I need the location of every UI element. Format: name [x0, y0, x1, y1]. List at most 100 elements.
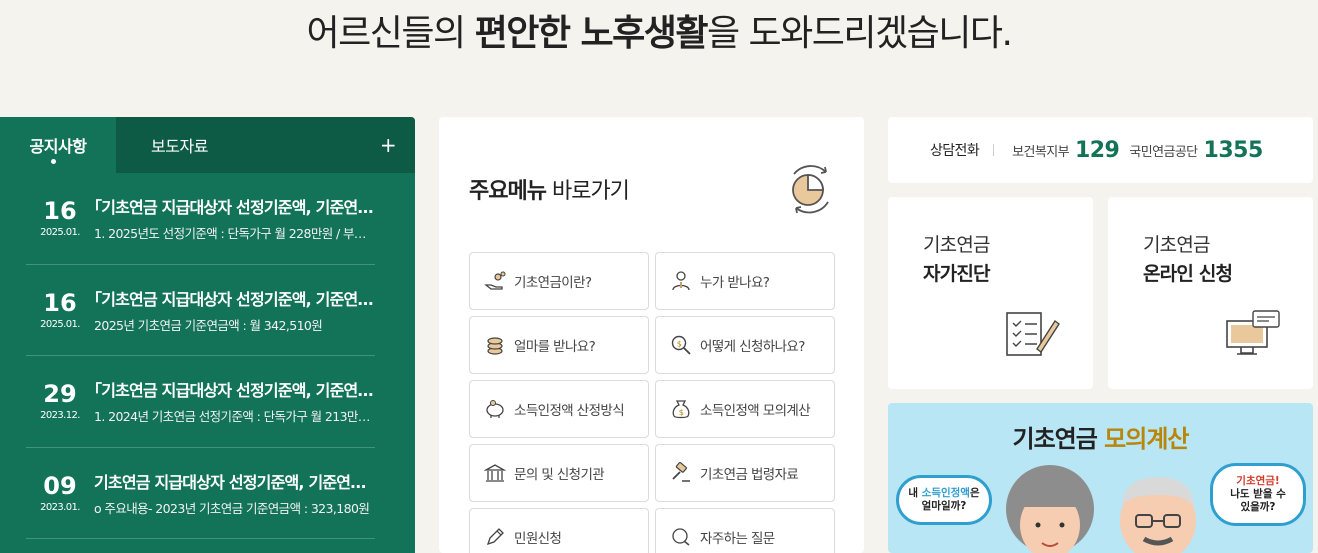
menu-legal-materials[interactable]: 기초연금 법령자료 — [655, 444, 835, 502]
headline-suffix: 을 도와드리겠습니다. — [706, 13, 1013, 54]
menu-label: 자주하는 질문 — [700, 531, 775, 547]
menu-label: 얼마를 받나요? — [514, 339, 596, 355]
notice-item[interactable]: 29 2023.12. ｢기초연금 지급대상자 선정기준액, 기준연금액 고시」… — [26, 356, 375, 448]
phone-number-mohw[interactable]: 129 — [1075, 138, 1120, 163]
simulation-banner[interactable]: 기초연금 모의계산 내 소득인정액은 얼마일까? 기초연금! 나도 받을 수 있… — [888, 403, 1313, 553]
search-money-icon: $ — [671, 335, 691, 355]
coins-icon — [487, 337, 503, 355]
menu-label: 누가 받나요? — [700, 275, 770, 291]
more-button[interactable]: + — [361, 117, 415, 173]
svg-text:$: $ — [677, 340, 682, 349]
divider — [993, 144, 995, 156]
notice-day: 29 — [43, 380, 77, 409]
menu-label: 어떻게 신청하나요? — [700, 339, 805, 355]
notice-date: 16 2025.01. — [26, 198, 94, 238]
menu-label: 소득인정액 모의계산 — [700, 403, 811, 419]
notice-summary: 1. 2025년도 선정기준액 : 단독가구 월 228만원 / 부부가구 월 … — [94, 226, 375, 242]
notice-year-month: 2023.12. — [40, 410, 80, 422]
online-application-card[interactable]: 기초연금 온라인 신청 — [1108, 197, 1313, 389]
notice-summary: o 주요내용- 2023년 기초연금 기준연금액 : 323,180원 — [94, 500, 370, 516]
phone-org-nps: 국민연금공단 — [1129, 144, 1198, 160]
menu-eligibility[interactable]: 누가 받나요? — [655, 252, 835, 310]
bubble-text: 있을까? — [1240, 501, 1276, 513]
menu-amount[interactable]: 얼마를 받나요? — [469, 316, 649, 374]
notice-title[interactable]: 기초연금 지급대상자 선정기준액, 기준연금액 고시 개정 — [94, 469, 375, 493]
menu-label: 민원신청 — [514, 531, 562, 547]
tab-press-releases[interactable]: 보도자료 — [116, 117, 243, 173]
bubble-text: 얼마일까? — [921, 500, 967, 512]
card-line1: 기초연금 — [923, 234, 991, 256]
menu-civil-petition[interactable]: 민원신청 — [469, 508, 649, 553]
pie-chart-icon — [792, 165, 829, 214]
menu-inquiry-institutions[interactable]: 문의 및 신청기관 — [469, 444, 649, 502]
menu-income-simulation[interactable]: $ 소득인정액 모의계산 — [655, 380, 835, 438]
menu-label: 소득인정액 산정방식 — [514, 403, 625, 419]
notice-year-month: 2025.01. — [40, 318, 80, 330]
main-menu-title: 주요메뉴 바로가기 — [469, 173, 630, 205]
chat-icon — [672, 528, 690, 546]
notice-title[interactable]: ｢기초연금 지급대상자 선정기준액, 기준연금액 고시」 개정 — [94, 377, 375, 401]
menu-grid: 기초연금이란? 누가 받나요? 얼마를 받나요? $ 어떻게 신청하나요? 소득… — [469, 252, 835, 553]
notice-list: 16 2025.01. ｢기초연금 지급대상자 선정기준액, 기준연금액 고시」… — [0, 173, 415, 539]
banner-title-accent: 모의계산 — [1104, 425, 1189, 453]
card-line2: 자가진단 — [923, 263, 991, 285]
bubble-text: 내 — [908, 487, 922, 499]
main-menu-title-rest: 바로가기 — [545, 179, 630, 204]
notice-summary: 1. 2024년 기초연금 선정기준액 : 단독가구 월 213만원 / 부부가… — [94, 409, 375, 425]
bubble-text: 나도 받을 수 — [1230, 488, 1286, 500]
notice-item[interactable]: 16 2025.01. ｢기초연금 지급대상자 선정기준액, 기준연금액 고시」… — [26, 265, 375, 356]
menu-label: 문의 및 신청기관 — [514, 467, 605, 483]
piggy-bank-icon — [486, 400, 504, 418]
headline: 어르신들의 편안한 노후생활을 도와드리겠습니다. — [0, 4, 1318, 56]
phone-org-mohw: 보건복지부 — [1012, 144, 1069, 160]
card-line2: 온라인 신청 — [1143, 263, 1233, 285]
notice-date: 16 2025.01. — [26, 290, 94, 330]
pen-icon — [486, 528, 504, 546]
svg-text:$: $ — [679, 408, 684, 417]
menu-how-to-apply[interactable]: $ 어떻게 신청하나요? — [655, 316, 835, 374]
phone-number-nps[interactable]: 1355 — [1204, 138, 1264, 163]
menu-income-calculation-method[interactable]: 소득인정액 산정방식 — [469, 380, 649, 438]
notice-title[interactable]: ｢기초연금 지급대상자 선정기준액, 기준연금액 고시」 개정 — [94, 286, 375, 310]
notice-panel: 공지사항 보도자료 + 16 2025.01. ｢기초연금 지급대상자 선정기준… — [0, 117, 415, 553]
notice-summary: 2025년 기초연금 기준연금액 : 월 342,510원 — [94, 317, 323, 333]
bubble-accent: 기초연금! — [1236, 475, 1280, 487]
bubble-accent: 소득인정액 — [921, 487, 970, 499]
notice-item[interactable]: 16 2025.01. ｢기초연금 지급대상자 선정기준액, 기준연금액 고시」… — [26, 173, 375, 265]
money-bag-icon: $ — [672, 400, 690, 419]
coin-hand-icon — [484, 271, 506, 290]
elderly-couple-illustration — [1006, 465, 1196, 553]
bubble-text: 은 — [969, 487, 980, 499]
computer-icon — [1226, 310, 1280, 355]
main-menu-panel: 주요메뉴 바로가기 기초연금이란? 누가 받나요? 얼마를 받나요? $ 어떻게… — [439, 117, 864, 553]
notice-date: 09 2023.01. — [26, 473, 94, 513]
phone-label: 상담전화 — [930, 143, 980, 159]
menu-faq[interactable]: 자주하는 질문 — [655, 508, 835, 553]
notice-date: 29 2023.12. — [26, 381, 94, 421]
gavel-icon — [672, 462, 690, 482]
banner-title: 기초연금 모의계산 — [888, 419, 1313, 454]
headline-bold: 편안한 노후생활 — [474, 13, 709, 54]
notice-year-month: 2025.01. — [40, 227, 80, 239]
banner-title-plain: 기초연금 — [1012, 425, 1105, 453]
notice-day: 16 — [43, 288, 77, 317]
menu-label: 기초연금이란? — [514, 275, 592, 291]
card-line1: 기초연금 — [1143, 234, 1211, 256]
speech-bubble-right: 기초연금! 나도 받을 수 있을까? — [1210, 463, 1306, 526]
headline-prefix: 어르신들의 — [306, 13, 475, 54]
notice-item[interactable]: 09 2023.01. 기초연금 지급대상자 선정기준액, 기준연금액 고시 개… — [26, 448, 375, 539]
menu-basic-pension-intro[interactable]: 기초연금이란? — [469, 252, 649, 310]
notice-title[interactable]: ｢기초연금 지급대상자 선정기준액, 기준연금액 고시」 개정 — [94, 194, 375, 218]
self-diagnosis-card[interactable]: 기초연금 자가진단 — [888, 197, 1093, 389]
building-icon — [484, 464, 506, 482]
menu-label: 기초연금 법령자료 — [700, 467, 799, 483]
tab-notices[interactable]: 공지사항 — [0, 117, 116, 173]
main-menu-title-bold: 주요메뉴 — [469, 179, 547, 204]
speech-bubble-left: 내 소득인정액은 얼마일까? — [896, 475, 992, 525]
notice-day: 09 — [43, 471, 77, 500]
phone-consultation-bar: 상담전화 보건복지부 129 국민연금공단 1355 — [888, 117, 1313, 183]
notice-tabs: 공지사항 보도자료 + — [0, 117, 415, 173]
checklist-icon — [1006, 312, 1060, 356]
person-icon — [672, 271, 690, 291]
notice-year-month: 2023.01. — [40, 501, 80, 513]
